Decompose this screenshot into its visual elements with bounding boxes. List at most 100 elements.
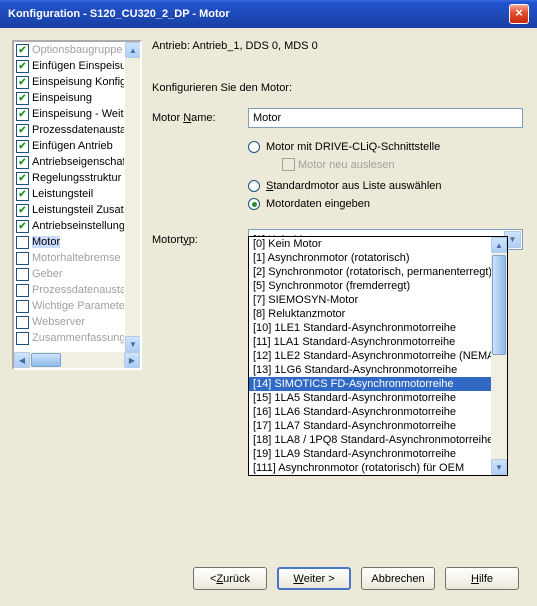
dropdown-option[interactable]: [12] 1LE2 Standard-Asynchronmotorreihe (…	[249, 349, 491, 363]
wizard-step[interactable]: ✔Optionsbaugruppe	[14, 42, 140, 58]
dropdown-option[interactable]: [15] 1LA5 Standard-Asynchronmotorreihe	[249, 391, 491, 405]
wizard-step-label: Einfügen Antrieb	[32, 140, 113, 152]
wizard-step-label: Motorhaltebremse	[32, 252, 121, 264]
checkbox-icon: ✔	[16, 140, 29, 153]
sidebar-hscrollbar[interactable]: ◀ ▶	[14, 352, 140, 368]
wizard-step[interactable]: ✔Einspeisung	[14, 90, 140, 106]
wizard-step[interactable]: Motorhaltebremse	[14, 250, 140, 266]
wizard-step[interactable]: ✔Prozessdatenausta	[14, 122, 140, 138]
dropdown-option[interactable]: [14] SIMOTICS FD-Asynchronmotorreihe	[249, 377, 491, 391]
wizard-step-label: Einspeisung - Weite	[32, 108, 130, 120]
wizard-step-label: Motor	[32, 236, 60, 248]
dropdown-option[interactable]: [7] SIEMOSYN-Motor	[249, 293, 491, 307]
wizard-step-label: Geber	[32, 268, 63, 280]
scroll-down-icon[interactable]: ▼	[125, 336, 141, 352]
scroll-up-icon[interactable]: ▲	[491, 237, 507, 253]
motortyp-dropdown-list[interactable]: [0] Kein Motor[1] Asynchronmotor (rotato…	[248, 236, 508, 476]
motor-name-label: Motor Name:	[152, 112, 248, 124]
checkbox-icon: ✔	[16, 44, 29, 57]
checkbox-icon: ✔	[16, 156, 29, 169]
wizard-step[interactable]: ✔Einfügen Antrieb	[14, 138, 140, 154]
dropdown-option[interactable]: [19] 1LA9 Standard-Asynchronmotorreihe	[249, 447, 491, 461]
dropdown-option[interactable]: [10] 1LE1 Standard-Asynchronmotorreihe	[249, 321, 491, 335]
wizard-step[interactable]: Geber	[14, 266, 140, 282]
dropdown-vscrollbar[interactable]: ▲ ▼	[491, 237, 507, 475]
radio-icon	[248, 180, 260, 192]
dropdown-option[interactable]: [5] Synchronmotor (fremderregt)	[249, 279, 491, 293]
wizard-step[interactable]: ✔Regelungsstruktur	[14, 170, 140, 186]
scroll-down-icon[interactable]: ▼	[491, 459, 507, 475]
dropdown-option[interactable]: [17] 1LA7 Standard-Asynchronmotorreihe	[249, 419, 491, 433]
wizard-step-label: Einfügen Einspeisu	[32, 60, 126, 72]
wizard-step-label: Prozessdatenausta	[32, 124, 126, 136]
title-bar: Konfiguration - S120_CU320_2_DP - Motor …	[0, 0, 537, 28]
scroll-up-icon[interactable]: ▲	[125, 42, 141, 58]
configure-label: Konfigurieren Sie den Motor:	[152, 82, 523, 94]
wizard-step[interactable]: Zusammenfassung	[14, 330, 140, 346]
wizard-step[interactable]: ✔Einfügen Einspeisu	[14, 58, 140, 74]
wizard-step-label: Leistungsteil	[32, 188, 93, 200]
checkbox-icon	[16, 236, 29, 249]
wizard-step-label: Webserver	[32, 316, 85, 328]
dropdown-option[interactable]: [18] 1LA8 / 1PQ8 Standard-Asynchronmotor…	[249, 433, 491, 447]
wizard-step[interactable]: ✔Leistungsteil	[14, 186, 140, 202]
checkbox-icon: ✔	[16, 124, 29, 137]
sidebar-vscrollbar[interactable]: ▲ ▼	[124, 42, 140, 352]
checkbox-icon: ✔	[16, 76, 29, 89]
close-button[interactable]: ×	[509, 4, 529, 24]
checkbox-icon	[16, 332, 29, 345]
checkbox-icon	[16, 268, 29, 281]
wizard-step[interactable]: Webserver	[14, 314, 140, 330]
cancel-button[interactable]: Abbrechen	[361, 567, 435, 590]
back-button[interactable]: < Zurück	[193, 567, 267, 590]
checkbox-icon: ✔	[16, 204, 29, 217]
checkbox-icon: ✔	[16, 108, 29, 121]
radio-drivecliq[interactable]: Motor mit DRIVE-CLiQ-Schnittstelle	[248, 138, 523, 156]
wizard-step[interactable]: ✔Einspeisung Konfig	[14, 74, 140, 90]
help-button[interactable]: Hilfe	[445, 567, 519, 590]
checkbox-icon: ✔	[16, 172, 29, 185]
motor-name-input[interactable]	[248, 108, 523, 128]
checkbox-icon	[282, 158, 295, 171]
radio-motordaten[interactable]: Motordaten eingeben	[248, 195, 523, 213]
next-button[interactable]: Weiter >	[277, 567, 351, 590]
dropdown-option[interactable]: [11] 1LA1 Standard-Asynchronmotorreihe	[249, 335, 491, 349]
wizard-step[interactable]: ✔Einspeisung - Weite	[14, 106, 140, 122]
checkbox-icon: ✔	[16, 92, 29, 105]
wizard-step[interactable]: ✔Antriebseinstellung	[14, 218, 140, 234]
dropdown-option[interactable]: [8] Reluktanzmotor	[249, 307, 491, 321]
wizard-step-label: Einspeisung	[32, 92, 92, 104]
radio-standardmotor[interactable]: Standardmotor aus Liste auswählen	[248, 177, 523, 195]
checkbox-icon	[16, 252, 29, 265]
scroll-left-icon[interactable]: ◀	[14, 352, 30, 368]
checkbox-icon: ✔	[16, 220, 29, 233]
wizard-step[interactable]: Wichtige Parameter	[14, 298, 140, 314]
radio-icon	[248, 141, 260, 153]
hscroll-thumb[interactable]	[31, 353, 61, 367]
wizard-step-label: Einspeisung Konfig	[32, 76, 126, 88]
wizard-step[interactable]: Prozessdatenausta	[14, 282, 140, 298]
dropdown-option[interactable]: [16] 1LA6 Standard-Asynchronmotorreihe	[249, 405, 491, 419]
dropdown-option[interactable]: [2] Synchronmotor (rotatorisch, permanen…	[249, 265, 491, 279]
dropdown-option[interactable]: [111] Asynchronmotor (rotatorisch) für O…	[249, 461, 491, 475]
motor-reread-checkbox: Motor neu auslesen	[282, 156, 523, 177]
dropdown-option[interactable]: [0] Kein Motor	[249, 237, 491, 251]
wizard-step[interactable]: ✔Leistungsteil Zusatz	[14, 202, 140, 218]
wizard-step-label: Antriebseigenschaf	[32, 156, 126, 168]
wizard-step[interactable]: ✔Antriebseigenschaf	[14, 154, 140, 170]
wizard-steps: ✔Optionsbaugruppe✔Einfügen Einspeisu✔Ein…	[12, 40, 142, 370]
wizard-step[interactable]: Motor	[14, 234, 140, 250]
wizard-step-label: Leistungsteil Zusatz	[32, 204, 129, 216]
scroll-right-icon[interactable]: ▶	[124, 352, 140, 368]
checkbox-icon	[16, 284, 29, 297]
dropdown-option[interactable]: [13] 1LG6 Standard-Asynchronmotorreihe	[249, 363, 491, 377]
drive-info: Antrieb: Antrieb_1, DDS 0, MDS 0	[152, 40, 523, 52]
dropdown-option[interactable]: [1] Asynchronmotor (rotatorisch)	[249, 251, 491, 265]
vscroll-thumb[interactable]	[492, 255, 506, 355]
checkbox-icon: ✔	[16, 188, 29, 201]
checkbox-icon: ✔	[16, 60, 29, 73]
wizard-step-label: Optionsbaugruppe	[32, 44, 123, 56]
checkbox-icon	[16, 316, 29, 329]
wizard-step-label: Zusammenfassung	[32, 332, 126, 344]
checkbox-icon	[16, 300, 29, 313]
